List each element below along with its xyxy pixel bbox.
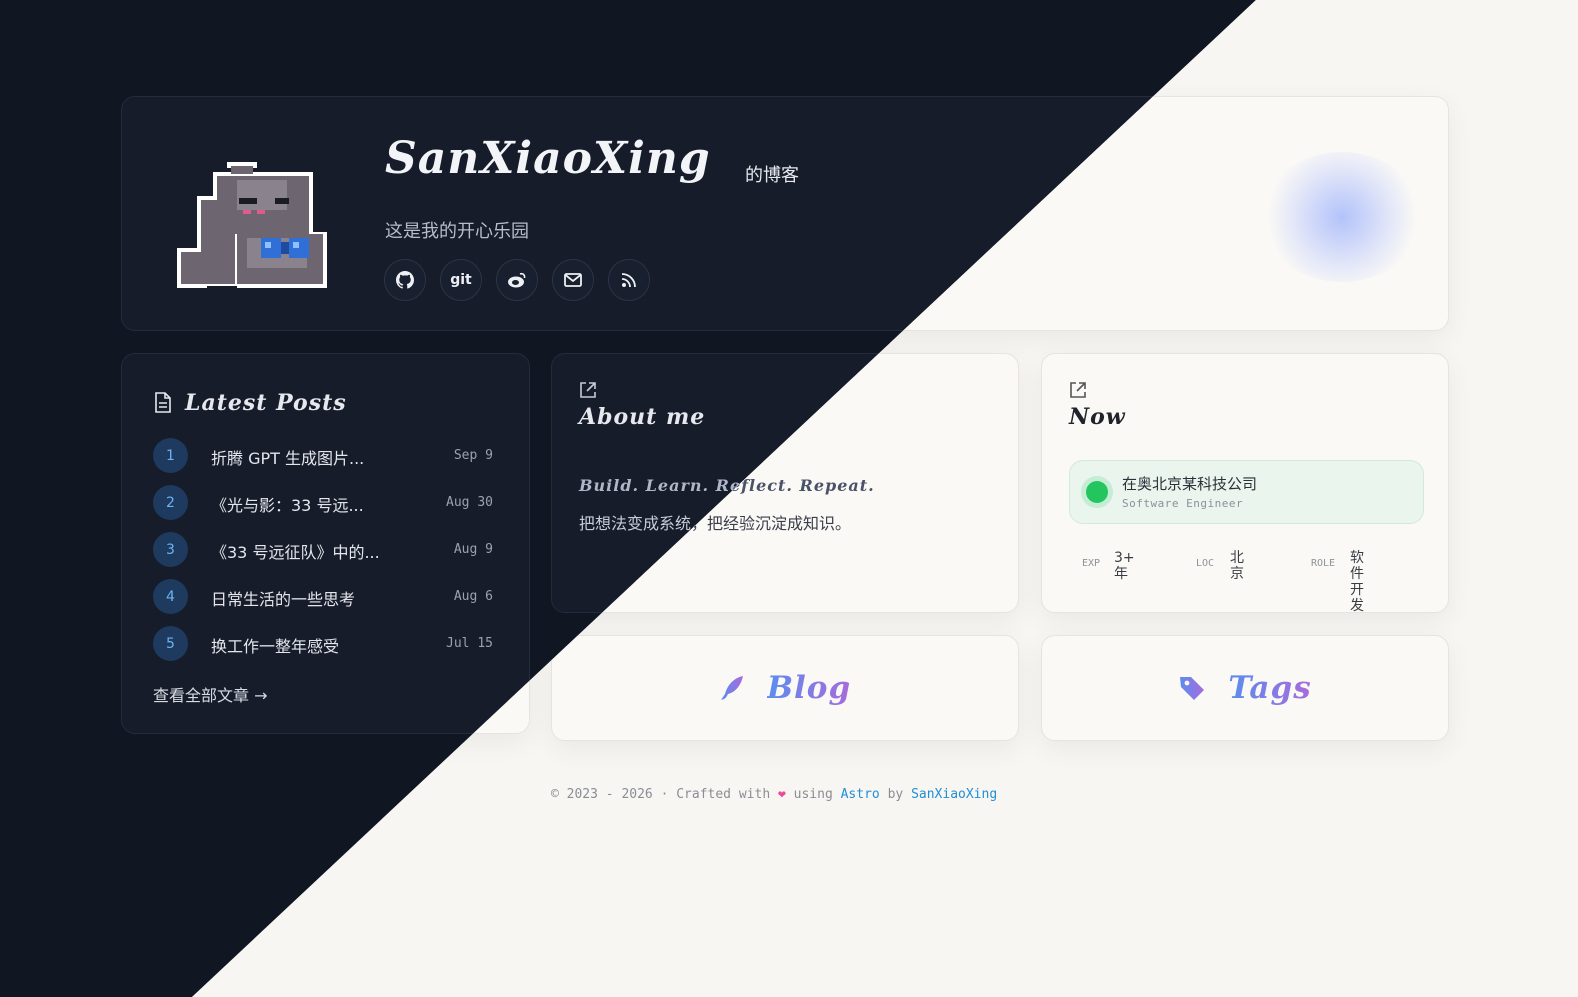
site-title-suffix: 的博客 (745, 165, 799, 186)
post-date: Sep 9 (453, 448, 493, 463)
post-item[interactable]: 5 换工作一整年感受 Jul 15 (153, 626, 503, 673)
post-date: Aug 30 (446, 495, 493, 510)
stat-key: EXP (1082, 558, 1101, 569)
post-date: Jul 15 (446, 636, 493, 651)
decorative-glow (1262, 152, 1422, 282)
post-item[interactable]: 1 折腾 GPT 生成图片... Sep 9 (153, 438, 503, 485)
post-number: 4 (153, 579, 188, 614)
post-title[interactable]: 《光与影：33 号远... (211, 492, 364, 516)
footer: © 2023 - 2026 · Crafted with ❤ using Ast… (551, 787, 997, 802)
blog-label: Blog (766, 670, 852, 706)
heart-icon: ❤ (777, 787, 786, 802)
site-title[interactable]: SanXiaoXing (385, 133, 711, 184)
current-job-status: 在奥北京某科技公司 Software Engineer (1069, 460, 1424, 524)
tags-label: Tags (1228, 670, 1312, 706)
footer-using: using (793, 787, 833, 802)
status-dot-icon (1086, 481, 1108, 503)
view-all-posts-link[interactable]: 查看全部文章 → (153, 682, 268, 706)
post-title[interactable]: 换工作一整年感受 (211, 633, 339, 657)
post-number: 3 (153, 532, 188, 567)
job-role: Software Engineer (1122, 497, 1244, 510)
quill-icon (720, 676, 743, 700)
tags-nav-card[interactable]: Tags (1041, 635, 1449, 741)
author-link[interactable]: SanXiaoXing (911, 787, 997, 802)
latest-posts-title: Latest Posts (185, 390, 347, 416)
email-link[interactable] (552, 259, 594, 301)
now-card[interactable]: Now 在奥北京某科技公司 Software Engineer EXP 3+ 年 … (1041, 353, 1449, 614)
stat-value: 软件开发 (1350, 550, 1364, 614)
github-icon (396, 271, 414, 289)
tag-icon (1180, 677, 1205, 700)
social-links: git (384, 259, 650, 301)
git-icon: git (450, 272, 472, 288)
stat-key: LOC (1196, 558, 1215, 569)
latest-posts-card: Latest Posts 1 折腾 GPT 生成图片... Sep 9 2 《光… (121, 353, 530, 734)
git-link[interactable]: git (440, 259, 482, 301)
footer-by: by (887, 787, 904, 802)
weibo-link[interactable] (496, 259, 538, 301)
about-title: About me (579, 404, 706, 430)
stat-value: 北京 (1230, 550, 1244, 582)
stat-value: 3+ 年 (1114, 550, 1135, 582)
post-number: 1 (153, 438, 188, 473)
post-number: 2 (153, 485, 188, 520)
astro-link[interactable]: Astro (841, 787, 880, 802)
external-link-icon (1070, 382, 1086, 398)
rss-link[interactable] (608, 259, 650, 301)
footer-copyright: © 2023 - 2026 · Crafted with (551, 787, 771, 802)
post-title[interactable]: 《33 号远征队》中的... (211, 539, 380, 563)
post-title[interactable]: 折腾 GPT 生成图片... (211, 445, 364, 469)
external-link-icon (580, 382, 596, 398)
weibo-icon (508, 272, 526, 288)
blog-link[interactable]: Blog (552, 636, 1018, 740)
site-subtitle: 这是我的开心乐园 (385, 221, 529, 242)
post-date: Aug 6 (453, 589, 493, 604)
rss-icon (621, 273, 636, 288)
document-icon (155, 392, 171, 413)
pixel-dinosaur-avatar (177, 162, 327, 288)
github-link[interactable] (384, 259, 426, 301)
blog-nav-card[interactable]: Blog (551, 635, 1019, 741)
post-item[interactable]: 4 日常生活的一些思考 Aug 6 (153, 579, 503, 626)
post-list: 1 折腾 GPT 生成图片... Sep 9 2 《光与影：33 号远... A… (153, 438, 503, 673)
company-name: 在奥北京某科技公司 (1122, 475, 1258, 493)
tags-link[interactable]: Tags (1042, 636, 1448, 740)
stat-key: ROLE (1311, 558, 1336, 569)
post-date: Aug 9 (453, 542, 493, 557)
now-title: Now (1069, 404, 1126, 430)
post-title[interactable]: 日常生活的一些思考 (211, 586, 355, 610)
post-item[interactable]: 2 《光与影：33 号远... Aug 30 (153, 485, 503, 532)
post-number: 5 (153, 626, 188, 661)
mail-icon (564, 273, 582, 287)
post-item[interactable]: 3 《33 号远征队》中的... Aug 9 (153, 532, 503, 579)
